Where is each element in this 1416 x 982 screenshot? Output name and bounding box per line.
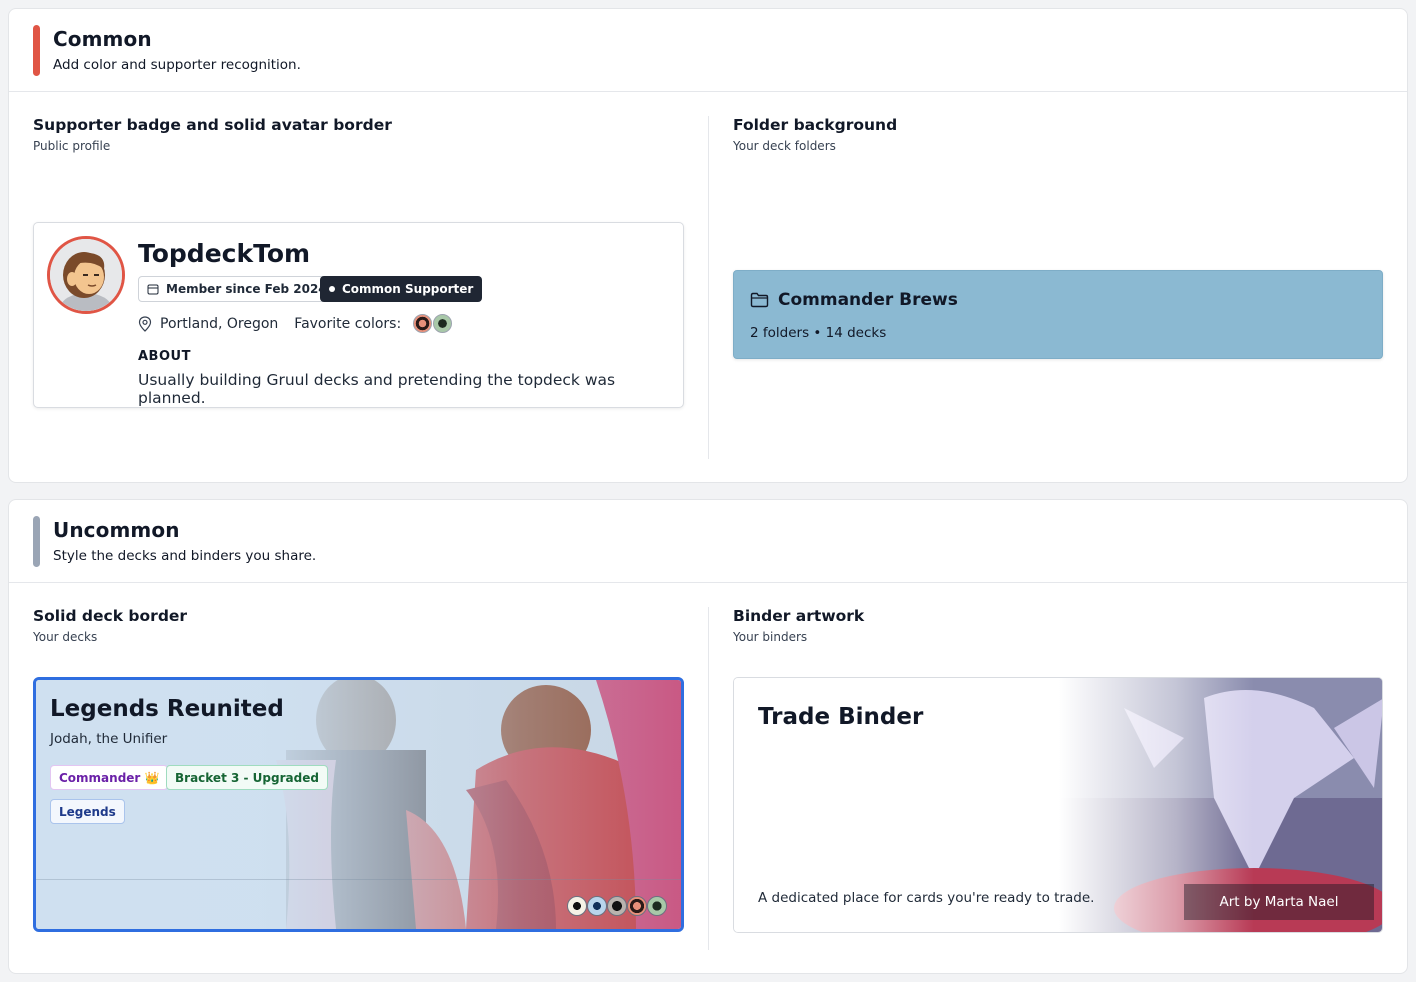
binder-feature-title: Binder artwork bbox=[733, 607, 865, 625]
avatar[interactable] bbox=[47, 236, 125, 314]
common-section-header: Common Add color and supporter recogniti… bbox=[9, 9, 1407, 92]
uncommon-section: Uncommon Style the decks and binders you… bbox=[8, 499, 1408, 974]
folder-title-row: Commander Brews bbox=[750, 290, 958, 310]
uncommon-section-title: Uncommon bbox=[53, 518, 180, 542]
binder-feature: Binder artwork Your binders Trade Binder… bbox=[733, 607, 1383, 952]
profile-card: TopdeckTom Member since Feb 2024 Common … bbox=[33, 222, 684, 408]
binder-feature-subtitle: Your binders bbox=[733, 630, 808, 644]
deck-feature-subtitle: Your decks bbox=[33, 630, 98, 644]
folder-feature-title: Folder background bbox=[733, 116, 898, 134]
map-pin-icon bbox=[138, 315, 152, 332]
supporter-dot-icon bbox=[329, 286, 335, 292]
folder-card[interactable]: Commander Brews 2 folders • 14 decks bbox=[733, 270, 1383, 359]
binder-name: Trade Binder bbox=[758, 704, 924, 730]
common-section-subtitle: Add color and supporter recognition. bbox=[53, 57, 301, 73]
deck-commander: Jodah, the Unifier bbox=[50, 731, 168, 747]
column-divider bbox=[708, 116, 709, 459]
column-divider bbox=[708, 607, 709, 950]
common-section: Common Add color and supporter recogniti… bbox=[8, 8, 1408, 483]
green-mana-icon bbox=[647, 896, 667, 916]
red-mana-icon bbox=[413, 314, 433, 333]
about-text: Usually building Gruul decks and pretend… bbox=[138, 371, 616, 407]
deck-feature-title: Solid deck border bbox=[33, 607, 188, 625]
binder-description: A dedicated place for cards you're ready… bbox=[758, 890, 1095, 906]
profile-username: TopdeckTom bbox=[138, 239, 311, 268]
folder-feature: Folder background Your deck folders Comm… bbox=[733, 116, 1383, 461]
white-mana-icon bbox=[567, 896, 587, 916]
uncommon-section-header: Uncommon Style the decks and binders you… bbox=[9, 500, 1407, 583]
location-row: Portland, Oregon Favorite colors: bbox=[138, 314, 453, 333]
member-since-text: Member since Feb 2024 bbox=[166, 282, 327, 296]
favorite-colors bbox=[413, 314, 453, 333]
folder-meta: 2 folders • 14 decks bbox=[750, 325, 887, 341]
folder-icon bbox=[750, 292, 769, 308]
green-mana-icon bbox=[433, 314, 453, 333]
uncommon-accent-bar bbox=[33, 516, 40, 567]
avatar-portrait-icon bbox=[50, 239, 122, 311]
profile-feature: Supporter badge and solid avatar border … bbox=[33, 116, 684, 461]
tag-legends[interactable]: Legends bbox=[50, 799, 125, 824]
member-since-badge: Member since Feb 2024 bbox=[138, 276, 336, 302]
common-accent-bar bbox=[33, 25, 40, 76]
supporter-badge-text: Common Supporter bbox=[342, 282, 474, 296]
blue-mana-icon bbox=[587, 896, 607, 916]
tag-bracket[interactable]: Bracket 3 - Upgraded bbox=[166, 765, 328, 790]
common-section-title: Common bbox=[53, 27, 152, 51]
red-mana-icon bbox=[627, 896, 647, 916]
profile-location: Portland, Oregon bbox=[160, 315, 279, 332]
uncommon-section-subtitle: Style the decks and binders you share. bbox=[53, 548, 317, 564]
deck-card-separator bbox=[36, 879, 681, 880]
deck-name: Legends Reunited bbox=[50, 696, 284, 722]
calendar-icon bbox=[147, 284, 159, 295]
favorite-colors-label: Favorite colors: bbox=[294, 315, 402, 332]
deck-feature: Solid deck border Your decks Legends Reu… bbox=[33, 607, 684, 952]
profile-feature-subtitle: Public profile bbox=[33, 139, 111, 153]
art-credit: Art by Marta Nael bbox=[1184, 884, 1374, 920]
folder-name: Commander Brews bbox=[778, 290, 958, 310]
binder-card[interactable]: Trade Binder A dedicated place for cards… bbox=[733, 677, 1383, 933]
about-label: ABOUT bbox=[138, 349, 191, 364]
profile-feature-title: Supporter badge and solid avatar border bbox=[33, 116, 392, 134]
deck-card[interactable]: Legends Reunited Jodah, the Unifier Comm… bbox=[33, 677, 684, 932]
deck-mana-symbols bbox=[567, 896, 667, 916]
tag-commander[interactable]: Commander 👑 bbox=[50, 765, 169, 790]
folder-feature-subtitle: Your deck folders bbox=[733, 139, 836, 153]
supporter-badge: Common Supporter bbox=[320, 276, 483, 302]
black-mana-icon bbox=[607, 896, 627, 916]
